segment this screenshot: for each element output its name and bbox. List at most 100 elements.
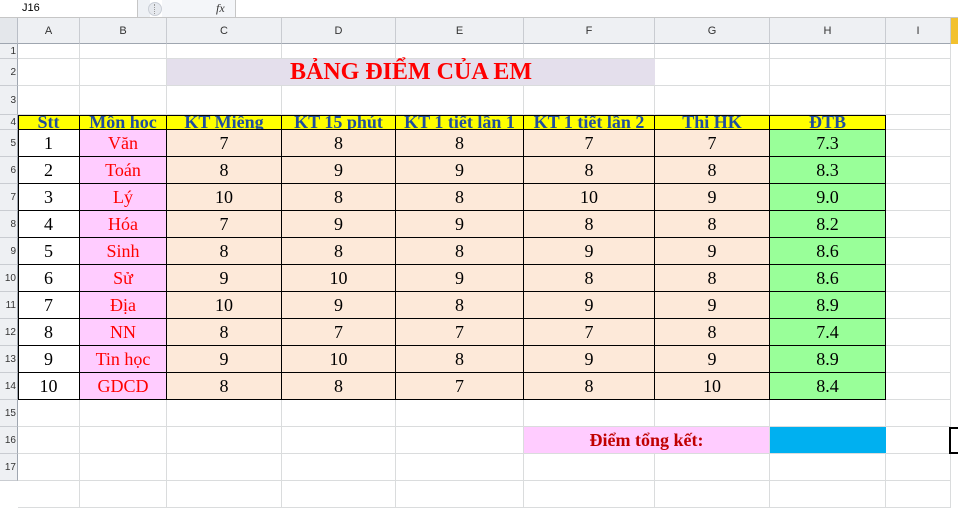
table-cell-dtb[interactable]: 9.0 xyxy=(770,184,886,211)
cell-e17[interactable] xyxy=(396,454,524,481)
table-cell-dtb[interactable]: 7.3 xyxy=(770,130,886,157)
cell-i6[interactable] xyxy=(886,157,951,184)
cell-h17[interactable] xyxy=(770,454,886,481)
cell-b3[interactable] xyxy=(80,86,167,115)
row-header-1[interactable]: 1 xyxy=(0,44,18,59)
table-cell-kt-1-tiet-2[interactable]: 8 xyxy=(524,373,655,400)
cell-i4[interactable] xyxy=(886,115,951,130)
column-header-d[interactable]: D xyxy=(282,18,396,44)
cell-b18[interactable] xyxy=(80,481,167,508)
cell-i9[interactable] xyxy=(886,238,951,265)
table-cell-stt[interactable]: 1 xyxy=(18,130,80,157)
cell-a1[interactable] xyxy=(18,44,80,59)
table-cell-dtb[interactable]: 8.4 xyxy=(770,373,886,400)
row-header-2[interactable]: 2 xyxy=(0,59,18,86)
cell-i12[interactable] xyxy=(886,319,951,346)
cell-a18[interactable] xyxy=(18,481,80,508)
table-cell-dtb[interactable]: 8.9 xyxy=(770,346,886,373)
table-cell-thi-hk[interactable]: 9 xyxy=(655,292,770,319)
table-cell-kt-15-phut[interactable]: 10 xyxy=(282,265,396,292)
cell-i18[interactable] xyxy=(886,481,951,508)
table-header-subject[interactable]: Môn học xyxy=(80,115,167,130)
table-cell-kt-15-phut[interactable]: 8 xyxy=(282,184,396,211)
table-cell-subject[interactable]: Sinh xyxy=(80,238,167,265)
table-cell-kt-mieng[interactable]: 7 xyxy=(167,130,282,157)
table-cell-kt-1-tiet-1[interactable]: 9 xyxy=(396,211,524,238)
table-cell-kt-1-tiet-2[interactable]: 7 xyxy=(524,319,655,346)
table-cell-subject[interactable]: Lý xyxy=(80,184,167,211)
table-cell-kt-15-phut[interactable]: 7 xyxy=(282,319,396,346)
cell-h1[interactable] xyxy=(770,44,886,59)
table-cell-subject[interactable]: Tin học xyxy=(80,346,167,373)
table-header-kt-1-tiet-1[interactable]: KT 1 tiết lần 1 xyxy=(396,115,524,130)
table-cell-kt-1-tiet-2[interactable]: 8 xyxy=(524,157,655,184)
table-cell-kt-1-tiet-1[interactable]: 9 xyxy=(396,265,524,292)
table-cell-kt-15-phut[interactable]: 8 xyxy=(282,238,396,265)
column-header-b[interactable]: B xyxy=(80,18,167,44)
table-cell-kt-1-tiet-2[interactable]: 9 xyxy=(524,292,655,319)
table-cell-kt-mieng[interactable]: 8 xyxy=(167,157,282,184)
cell-i11[interactable] xyxy=(886,292,951,319)
cell-h18[interactable] xyxy=(770,481,886,508)
table-cell-kt-1-tiet-2[interactable]: 9 xyxy=(524,346,655,373)
table-cell-kt-1-tiet-2[interactable]: 8 xyxy=(524,211,655,238)
cell-c15[interactable] xyxy=(167,400,282,427)
cell-d15[interactable] xyxy=(282,400,396,427)
cell-i15[interactable] xyxy=(886,400,951,427)
row-header-16[interactable]: 16 xyxy=(0,427,18,454)
table-cell-thi-hk[interactable]: 9 xyxy=(655,238,770,265)
cell-e15[interactable] xyxy=(396,400,524,427)
cell-e1[interactable] xyxy=(396,44,524,59)
cell-c1[interactable] xyxy=(167,44,282,59)
row-header-11[interactable]: 11 xyxy=(0,292,18,319)
table-cell-stt[interactable]: 5 xyxy=(18,238,80,265)
table-cell-subject[interactable]: Địa xyxy=(80,292,167,319)
table-cell-stt[interactable]: 4 xyxy=(18,211,80,238)
table-cell-thi-hk[interactable]: 9 xyxy=(655,346,770,373)
table-header-kt-1-tiet-2[interactable]: KT 1 tiết lần 2 xyxy=(524,115,655,130)
table-cell-subject[interactable]: GDCD xyxy=(80,373,167,400)
cell-h15[interactable] xyxy=(770,400,886,427)
row-header-5[interactable]: 5 xyxy=(0,130,18,157)
cell-e3[interactable] xyxy=(396,86,524,115)
row-header-15[interactable]: 15 xyxy=(0,400,18,427)
column-header-g[interactable]: G xyxy=(655,18,770,44)
table-cell-kt-mieng[interactable]: 10 xyxy=(167,292,282,319)
select-all-corner[interactable] xyxy=(0,18,18,44)
table-cell-kt-mieng[interactable]: 9 xyxy=(167,346,282,373)
cell-i16[interactable] xyxy=(886,427,951,454)
table-cell-dtb[interactable]: 8.6 xyxy=(770,265,886,292)
table-cell-kt-15-phut[interactable]: 9 xyxy=(282,292,396,319)
table-cell-dtb[interactable]: 8.9 xyxy=(770,292,886,319)
cell-b1[interactable] xyxy=(80,44,167,59)
table-cell-stt[interactable]: 9 xyxy=(18,346,80,373)
table-cell-thi-hk[interactable]: 7 xyxy=(655,130,770,157)
cell-g17[interactable] xyxy=(655,454,770,481)
table-cell-kt-1-tiet-1[interactable]: 8 xyxy=(396,238,524,265)
table-cell-dtb[interactable]: 8.2 xyxy=(770,211,886,238)
row-header-3[interactable]: 3 xyxy=(0,86,18,115)
cell-g1[interactable] xyxy=(655,44,770,59)
column-header-e[interactable]: E xyxy=(396,18,524,44)
table-cell-kt-1-tiet-2[interactable]: 8 xyxy=(524,265,655,292)
table-cell-kt-1-tiet-2[interactable]: 7 xyxy=(524,130,655,157)
row-header-7[interactable]: 7 xyxy=(0,184,18,211)
cell-b2[interactable] xyxy=(80,59,167,86)
cell-f1[interactable] xyxy=(524,44,655,59)
table-cell-thi-hk[interactable]: 8 xyxy=(655,265,770,292)
formula-input[interactable] xyxy=(236,0,958,17)
cell-f17[interactable] xyxy=(524,454,655,481)
table-cell-stt[interactable]: 3 xyxy=(18,184,80,211)
row-header-9[interactable]: 9 xyxy=(0,238,18,265)
cell-c16[interactable] xyxy=(167,427,282,454)
table-cell-thi-hk[interactable]: 8 xyxy=(655,157,770,184)
table-cell-kt-1-tiet-1[interactable]: 7 xyxy=(396,319,524,346)
table-header-thi-hk[interactable]: Thi HK xyxy=(655,115,770,130)
name-box[interactable]: J16 xyxy=(0,0,138,17)
cell-i3[interactable] xyxy=(886,86,951,115)
table-cell-kt-15-phut[interactable]: 9 xyxy=(282,157,396,184)
cell-b17[interactable] xyxy=(80,454,167,481)
cell-f3[interactable] xyxy=(524,86,655,115)
cell-c17[interactable] xyxy=(167,454,282,481)
cell-g15[interactable] xyxy=(655,400,770,427)
